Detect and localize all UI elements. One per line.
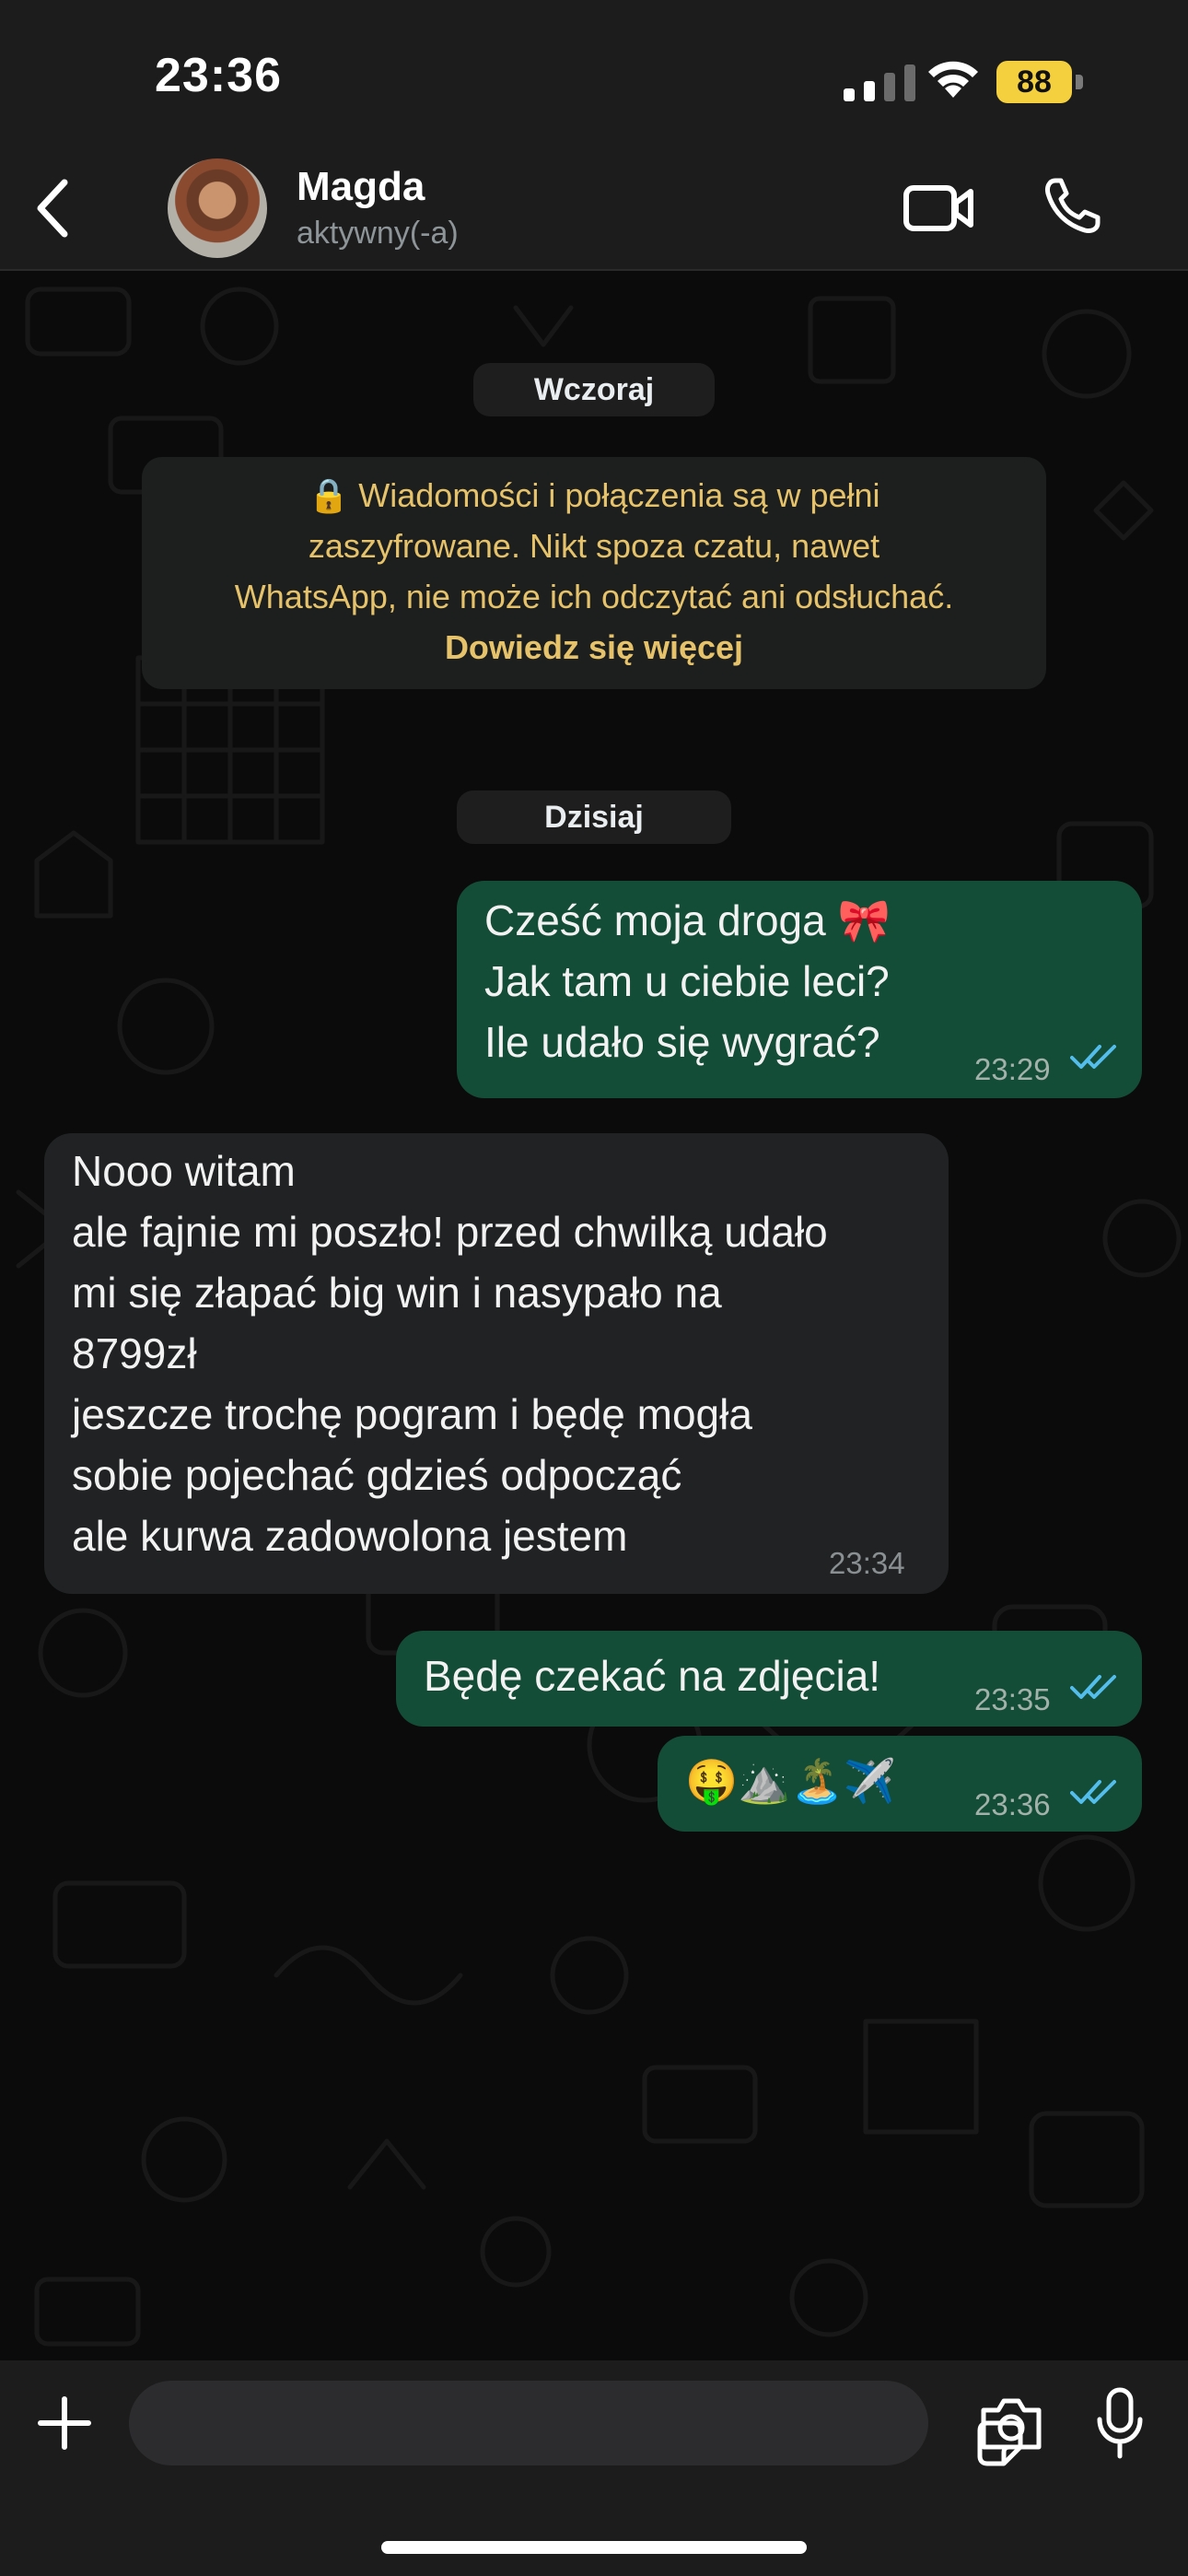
read-ticks-icon — [1070, 1045, 1116, 1069]
battery-nub — [1076, 75, 1083, 89]
read-ticks-icon — [1070, 1780, 1116, 1804]
signal-icon — [844, 64, 915, 101]
camera-icon[interactable] — [978, 2394, 1044, 2453]
back-chevron-icon[interactable] — [33, 179, 70, 238]
status-time: 23:36 — [155, 49, 282, 102]
message-bubble-outgoing[interactable]: Będę czekać na zdjęcia! 23:35 — [396, 1631, 1142, 1727]
presence-status: aktywny(-a) — [297, 216, 459, 251]
message-text: Będę czekać na zdjęcia! — [424, 1652, 881, 1700]
battery-indicator: 88 — [996, 61, 1085, 103]
message-time: 23:36 — [974, 1787, 1051, 1821]
message-bubble-outgoing[interactable]: 🤑⛰️🏝️✈️ 23:36 — [658, 1736, 1142, 1832]
encryption-notice[interactable]: 🔒 Wiadomości i połączenia są w pełni zas… — [142, 457, 1046, 689]
message-bubble-outgoing[interactable]: Cześć moja droga 🎀 Jak tam u ciebie leci… — [457, 881, 1142, 1098]
message-time: 23:29 — [974, 1052, 1051, 1086]
chat-header: Magda aktywny(-a) — [0, 147, 1188, 271]
home-indicator[interactable] — [381, 2541, 807, 2554]
message-time: 23:34 — [829, 1546, 905, 1580]
message-input[interactable] — [129, 2381, 1023, 2466]
message-bubble-incoming[interactable]: Nooo witam ale fajnie mi poszło! przed c… — [44, 1133, 949, 1594]
chat-area[interactable]: Wczoraj 🔒 Wiadomości i połączenia są w p… — [0, 271, 1188, 2360]
message-text: Cześć moja droga 🎀 Jak tam u ciebie leci… — [484, 896, 891, 1066]
learn-more-link[interactable]: Dowiedz się więcej — [142, 622, 1046, 673]
read-ticks-icon — [1070, 1675, 1116, 1699]
phone-icon[interactable] — [1041, 175, 1103, 238]
video-call-icon[interactable] — [903, 179, 976, 238]
date-separator-yesterday: Wczoraj — [473, 363, 715, 416]
battery-level: 88 — [1017, 64, 1052, 100]
wifi-icon — [928, 61, 978, 98]
microphone-icon[interactable] — [1094, 2386, 1146, 2460]
message-composer — [0, 2360, 1188, 2576]
encryption-notice-line: zaszyfrowane. Nikt spoza czatu, nawet — [308, 527, 880, 565]
avatar[interactable] — [168, 158, 267, 258]
message-time: 23:35 — [974, 1682, 1051, 1716]
message-text: 🤑⛰️🏝️✈️ — [685, 1757, 897, 1805]
status-bar: 23:36 88 — [0, 0, 1188, 147]
message-text: Nooo witam ale fajnie mi poszło! przed c… — [72, 1147, 828, 1560]
encryption-notice-line: WhatsApp, nie może ich odczytać ani odsł… — [234, 578, 954, 615]
plus-icon[interactable] — [35, 2394, 94, 2453]
contact-name[interactable]: Magda — [297, 164, 425, 210]
date-separator-today: Dzisiaj — [457, 790, 731, 844]
encryption-notice-line: 🔒 Wiadomości i połączenia są w pełni — [308, 476, 880, 514]
